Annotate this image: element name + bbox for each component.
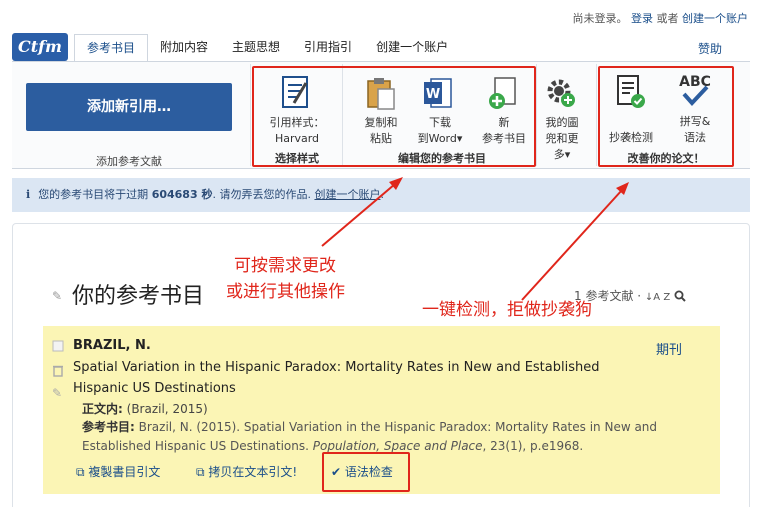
annotation-arrows (321, 177, 629, 301)
arrow-to-edit-group (321, 183, 396, 247)
arrow-to-improve-group (521, 189, 623, 301)
